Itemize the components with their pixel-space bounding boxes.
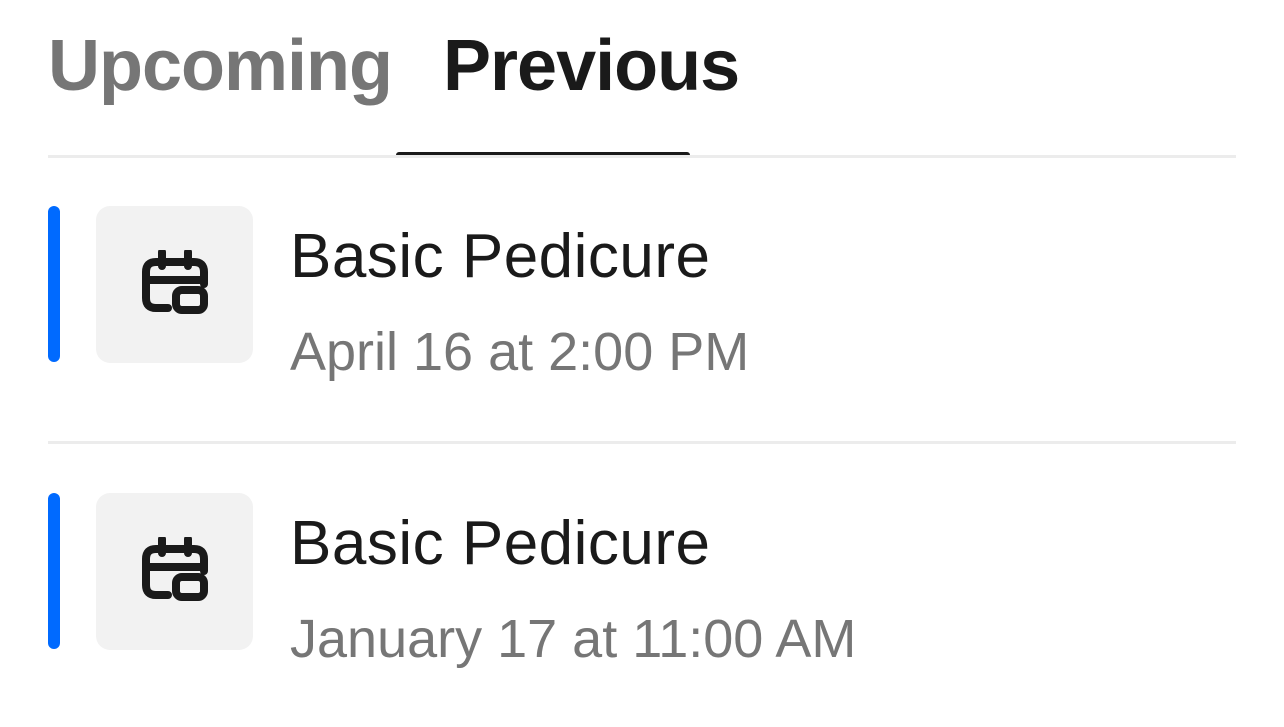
appointment-title: Basic Pedicure <box>290 222 711 291</box>
calendar-icon <box>142 250 208 314</box>
appointment-row[interactable]: Basic Pedicure April 16 at 2:00 PM <box>48 206 1236 382</box>
appointment-datetime: January 17 at 11:00 AM <box>290 609 857 669</box>
row-accent-bar <box>48 206 60 362</box>
appointments-tabs: Upcoming Previous <box>48 0 1236 157</box>
calendar-icon <box>142 537 208 601</box>
row-accent-bar <box>48 493 60 649</box>
tab-previous[interactable]: Previous <box>443 24 740 108</box>
tabs-divider <box>48 155 1236 158</box>
row-divider <box>48 441 1236 444</box>
appointment-thumbnail <box>96 493 253 650</box>
appointment-row[interactable]: Basic Pedicure January 17 at 11:00 AM <box>48 493 1236 669</box>
appointment-title: Basic Pedicure <box>290 509 711 578</box>
appointment-thumbnail <box>96 206 253 363</box>
tab-upcoming[interactable]: Upcoming <box>48 24 393 108</box>
appointment-datetime: April 16 at 2:00 PM <box>290 322 750 382</box>
